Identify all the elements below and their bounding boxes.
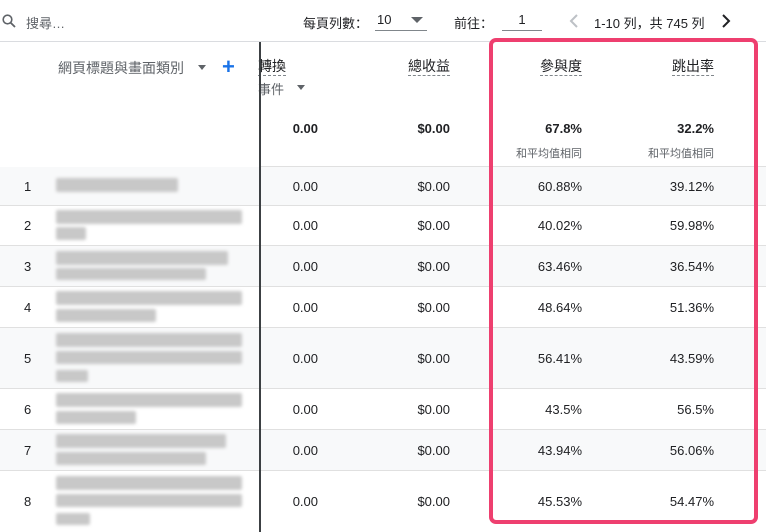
revenue-header-label: 總收益 [408, 58, 450, 76]
redacted-title [56, 393, 242, 407]
redacted-title [56, 452, 206, 465]
redacted-title [56, 411, 136, 424]
table-row[interactable]: 1 0.00 $0.00 60.88% 39.12% [0, 166, 766, 205]
revenue-cell: $0.00 [417, 351, 450, 366]
dropdown-arrow-icon[interactable] [297, 85, 305, 90]
search-icon[interactable] [2, 14, 16, 28]
revenue-cell: $0.00 [417, 259, 450, 274]
bounce-cell: 39.12% [669, 179, 714, 194]
bounce-cell: 56.5% [677, 402, 714, 417]
row-index: 6 [24, 402, 32, 417]
rows-per-page-value: 10 [377, 12, 392, 27]
conversions-cell: 0.00 [292, 402, 318, 417]
conversions-total: 0.00 [292, 121, 318, 136]
table-row[interactable]: 5 0.00 $0.00 56.41% 43.59% [0, 327, 766, 388]
table-toolbar: 搜尋… 每頁列數： 10 前往： 1 1-10 列，共 745 列 [0, 0, 766, 42]
conversions-sub-label: 事件 [258, 82, 285, 97]
row-index: 2 [24, 218, 32, 233]
search-input[interactable]: 搜尋… [26, 13, 65, 32]
engagement-cell: 43.5% [545, 402, 582, 417]
redacted-title [56, 291, 242, 305]
bounce-total: 32.2% [677, 121, 714, 136]
bounce-cell: 36.54% [669, 259, 714, 274]
engagement-cell: 60.88% [537, 179, 582, 194]
bounce-cell: 51.36% [669, 300, 714, 315]
rows-per-page-select[interactable]: 10 [375, 9, 427, 31]
bounce-cell: 43.59% [669, 351, 714, 366]
table-row[interactable]: 6 0.00 $0.00 43.5% 56.5% [0, 388, 766, 429]
row-index: 8 [24, 494, 32, 509]
conversions-cell: 0.00 [292, 259, 318, 274]
revenue-total: $0.00 [417, 121, 450, 136]
engagement-total: 67.8% [545, 121, 582, 136]
engagement-cell: 48.64% [537, 300, 582, 315]
engagement-header[interactable]: 參與度 [540, 56, 582, 76]
chevron-right-icon[interactable] [720, 13, 732, 29]
dropdown-arrow-icon[interactable] [198, 65, 206, 70]
row-index: 5 [24, 351, 32, 366]
engagement-cell: 56.41% [537, 351, 582, 366]
dropdown-arrow-icon [411, 17, 423, 23]
engagement-cell: 63.46% [537, 259, 582, 274]
dimension-header: 網頁標題與畫面類別 + [0, 42, 259, 167]
conversions-cell: 0.00 [292, 351, 318, 366]
revenue-header[interactable]: 總收益 [408, 56, 450, 76]
goto-label: 前往： [454, 16, 494, 31]
redacted-title [56, 351, 242, 364]
revenue-cell: $0.00 [417, 402, 450, 417]
row-index: 1 [24, 179, 32, 194]
revenue-cell: $0.00 [417, 300, 450, 315]
chevron-left-icon[interactable] [568, 13, 580, 29]
conversions-event-selector[interactable]: 事件 [258, 79, 284, 98]
redacted-title [56, 333, 242, 347]
table-row[interactable]: 7 0.00 $0.00 43.94% 56.06% [0, 429, 766, 470]
rows-per-page-label: 每頁列數： [303, 16, 369, 31]
redacted-title [56, 434, 226, 448]
table-row[interactable]: 4 0.00 $0.00 48.64% 51.36% [0, 286, 766, 327]
redacted-title [56, 178, 178, 192]
conversions-cell: 0.00 [292, 179, 318, 194]
dimension-header-label[interactable]: 網頁標題與畫面類別 [58, 58, 184, 78]
redacted-title [56, 309, 156, 322]
table-row[interactable]: 2 0.00 $0.00 40.02% 59.98% [0, 205, 766, 245]
redacted-title [56, 476, 242, 490]
goto-page-input[interactable]: 1 [502, 9, 542, 31]
engagement-cell: 43.94% [537, 443, 582, 458]
conversions-header[interactable]: 轉換 [258, 56, 286, 76]
bounce-cell: 59.98% [669, 218, 714, 233]
table-row[interactable]: 3 0.00 $0.00 63.46% 36.54% [0, 245, 766, 286]
conversions-cell: 0.00 [292, 494, 318, 509]
revenue-cell: $0.00 [417, 179, 450, 194]
row-index: 7 [24, 443, 32, 458]
redacted-title [56, 227, 86, 240]
bounce-header[interactable]: 跳出率 [672, 56, 714, 76]
bounce-cell: 56.06% [669, 443, 714, 458]
pagination-range: 1-10 列，共 745 列 [594, 16, 705, 31]
bounce-cell: 54.47% [669, 494, 714, 509]
conversions-cell: 0.00 [292, 218, 318, 233]
sticky-column-divider [259, 42, 261, 532]
redacted-title [56, 251, 228, 265]
conversions-cell: 0.00 [292, 300, 318, 315]
engagement-cell: 45.53% [537, 494, 582, 509]
engagement-avg-note: 和平均值相同 [516, 148, 582, 160]
bounce-avg-note: 和平均值相同 [648, 148, 714, 160]
conversions-header-label: 轉換 [258, 58, 286, 76]
redacted-title [56, 494, 242, 507]
redacted-title [56, 513, 90, 525]
add-dimension-plus-icon[interactable]: + [222, 54, 235, 80]
revenue-cell: $0.00 [417, 494, 450, 509]
table-row[interactable]: 8 0.00 $0.00 45.53% 54.47% [0, 470, 766, 532]
engagement-header-label: 參與度 [540, 58, 582, 76]
revenue-cell: $0.00 [417, 218, 450, 233]
revenue-cell: $0.00 [417, 443, 450, 458]
redacted-title [56, 370, 88, 382]
row-index: 4 [24, 300, 32, 315]
conversions-cell: 0.00 [292, 443, 318, 458]
bounce-header-label: 跳出率 [672, 58, 714, 76]
engagement-cell: 40.02% [537, 218, 582, 233]
redacted-title [56, 268, 206, 280]
row-index: 3 [24, 259, 32, 274]
redacted-title [56, 210, 242, 224]
